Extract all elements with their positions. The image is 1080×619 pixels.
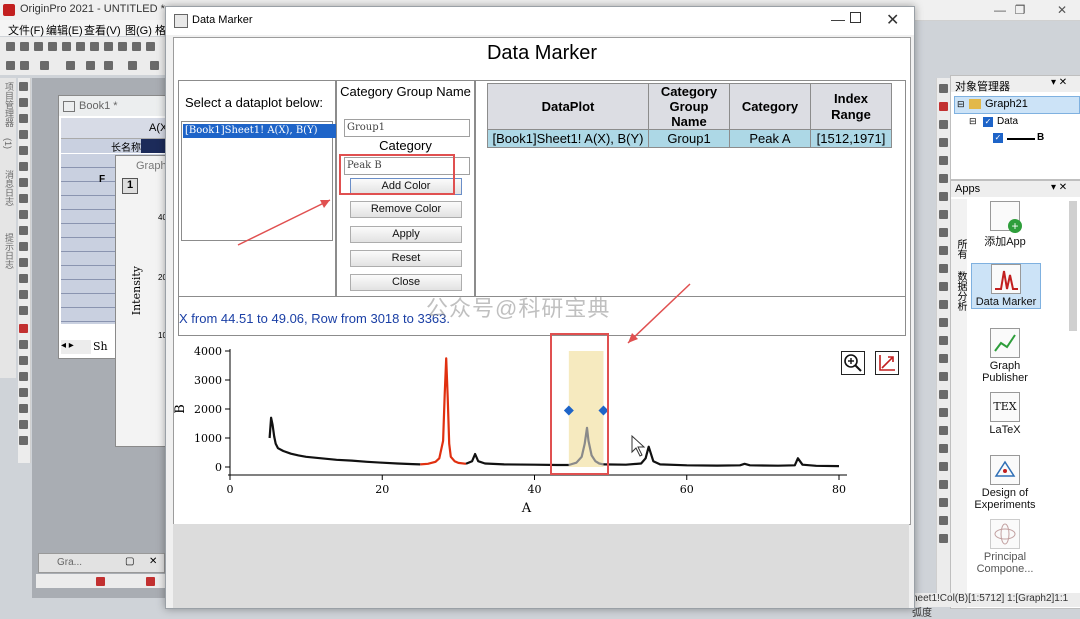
annotation-overlay bbox=[237, 199, 691, 475]
annotation-arrow-2 bbox=[627, 283, 691, 344]
annotation-arrow-1 bbox=[237, 199, 331, 246]
annotation-peak-box bbox=[550, 333, 609, 475]
